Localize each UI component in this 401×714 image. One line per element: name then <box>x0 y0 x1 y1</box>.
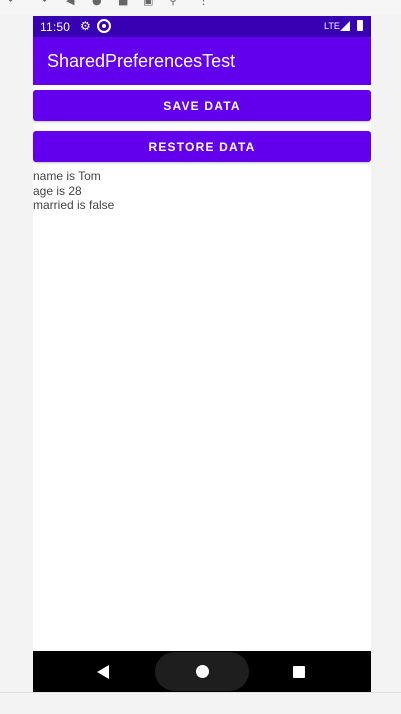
rotate-left-icon[interactable]: ↶ <box>8 0 20 7</box>
sync-icon <box>97 19 111 33</box>
home-icon[interactable] <box>196 665 209 678</box>
app-title: SharedPreferencesTest <box>47 51 236 71</box>
signal-icon <box>340 21 350 31</box>
status-bar: 11:50 ⚙ LTE <box>33 16 371 37</box>
power-icon[interactable]: ● <box>92 0 104 7</box>
emulator-bottom-bar <box>0 692 401 714</box>
recents-icon[interactable] <box>293 666 305 678</box>
camera-icon[interactable]: ▣ <box>143 0 155 7</box>
zoom-icon[interactable]: ⚲ <box>169 0 181 7</box>
restore-data-button[interactable]: RESTORE DATA <box>33 131 371 162</box>
phone-screen: 11:50 ⚙ LTE SharedPreferencesTest SAVE D… <box>33 16 371 692</box>
output-text: name is Tom age is 28 married is false <box>33 169 114 213</box>
output-line-age: age is 28 <box>33 183 82 198</box>
network-type: LTE <box>324 21 340 31</box>
output-line-name: name is Tom <box>33 169 101 183</box>
status-time: 11:50 <box>40 20 71 34</box>
navigation-bar <box>33 651 371 692</box>
save-data-button[interactable]: SAVE DATA <box>33 90 371 121</box>
stop-icon[interactable]: ■ <box>118 0 130 7</box>
gear-icon: ⚙ <box>80 19 91 33</box>
volume-icon[interactable]: ◀ <box>66 0 78 7</box>
back-icon[interactable] <box>97 665 109 679</box>
battery-icon <box>357 20 363 31</box>
rotate-right-icon[interactable]: ↷ <box>38 0 50 7</box>
app-bar: SharedPreferencesTest <box>33 37 371 85</box>
output-line-married: married is false <box>33 198 115 212</box>
more-icon[interactable]: ⋮ <box>198 0 210 7</box>
emulator-toolbar: ↶ ↷ ◀ ● ■ ▣ ⚲ ⋮ <box>0 0 401 14</box>
